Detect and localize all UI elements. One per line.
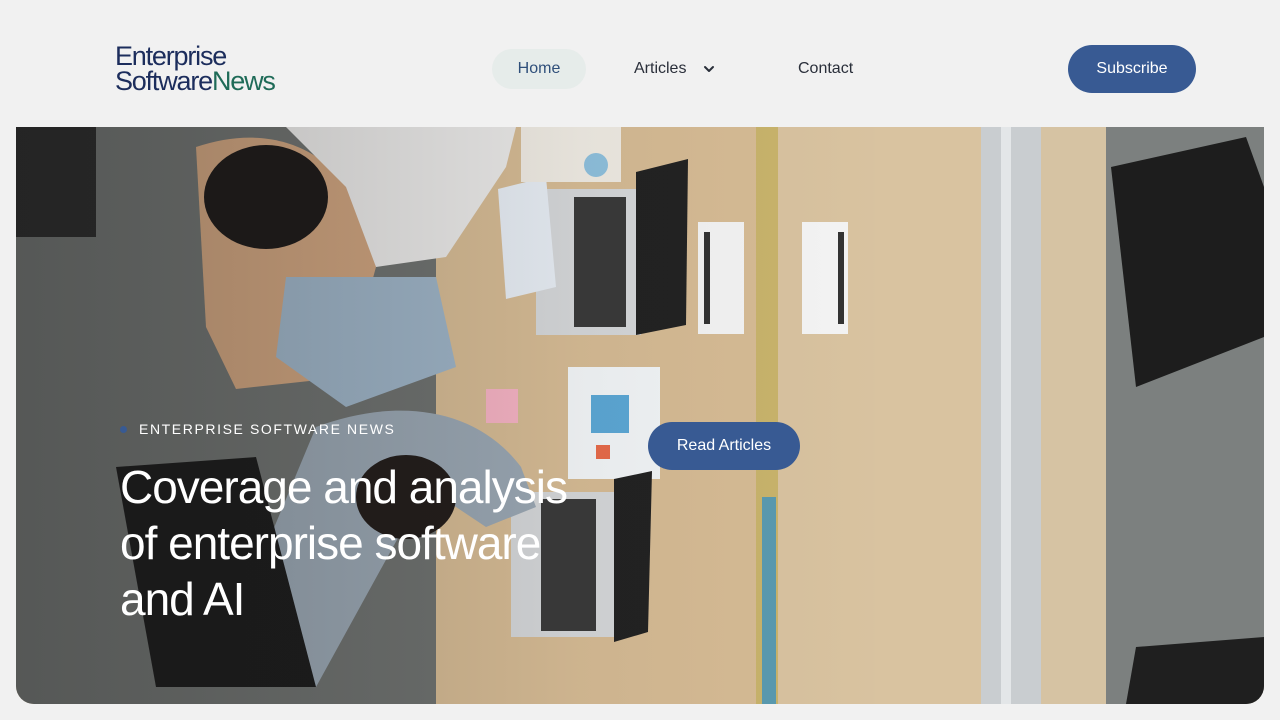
logo-word-software: Software	[115, 66, 213, 96]
nav-item-articles[interactable]: Articles	[634, 49, 717, 89]
nav-item-contact[interactable]: Contact	[798, 49, 853, 89]
hero-banner: ENTERPRISE SOFTWARE NEWS Coverage and an…	[16, 127, 1264, 704]
nav-item-articles-label: Articles	[634, 60, 687, 77]
hero-eyebrow-text: ENTERPRISE SOFTWARE NEWS	[139, 421, 396, 437]
subscribe-button[interactable]: Subscribe	[1068, 45, 1196, 93]
read-articles-button[interactable]: Read Articles	[648, 422, 800, 470]
hero-eyebrow: ENTERPRISE SOFTWARE NEWS	[120, 421, 395, 437]
logo-line2: SoftwareNews	[115, 66, 276, 96]
eyebrow-dot	[120, 425, 127, 433]
site-logo[interactable]: Enterprise SoftwareNews	[115, 43, 276, 96]
nav-item-home[interactable]: Home	[492, 49, 586, 89]
logo-word-news: News	[211, 66, 276, 96]
chevron-down-icon[interactable]	[701, 61, 717, 77]
site-header: Enterprise SoftwareNews Home Articles Co…	[0, 0, 1280, 127]
hero-headline: Coverage and analysis of enterprise soft…	[120, 461, 568, 625]
